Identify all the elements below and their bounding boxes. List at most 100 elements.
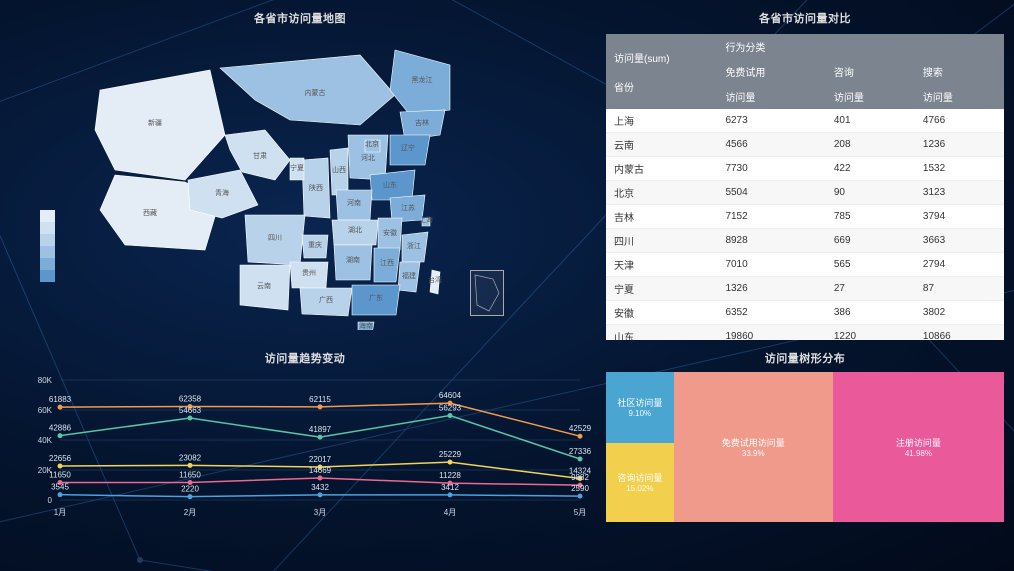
value-label: 61883 <box>49 395 72 404</box>
map-legend <box>40 210 60 282</box>
table-row[interactable]: 山东19860122010866 <box>606 325 1004 341</box>
value-label: 3432 <box>311 483 329 492</box>
data-point[interactable] <box>188 494 193 499</box>
value-label: 23082 <box>179 453 202 462</box>
province-label: 陕西 <box>309 183 323 192</box>
value-label: 22017 <box>309 455 332 464</box>
legend-step <box>40 210 55 222</box>
treemap-cell[interactable]: 社区访问量9.10% <box>606 372 674 443</box>
legend-step <box>40 246 55 258</box>
x-tick: 4月 <box>444 508 456 517</box>
province-label: 黑龙江 <box>412 75 433 84</box>
table-body: 上海62734014766云南45662081236内蒙古77304221532… <box>606 109 1004 340</box>
value-label: 62358 <box>179 394 202 403</box>
th-col2: 咨询 <box>826 59 915 84</box>
data-point[interactable] <box>318 435 323 440</box>
data-point[interactable] <box>318 404 323 409</box>
province-label: 四川 <box>268 234 282 242</box>
x-tick: 3月 <box>314 508 326 517</box>
data-point[interactable] <box>318 475 323 480</box>
table-row[interactable]: 安徽63523863802 <box>606 301 1004 325</box>
treemap-cell[interactable]: 咨询访问量15.02% <box>606 443 674 523</box>
data-point[interactable] <box>448 492 453 497</box>
table-row[interactable]: 北京5504903123 <box>606 181 1004 205</box>
treemap-cell[interactable]: 免费试用访问量33.9% <box>674 372 833 522</box>
value-label: 3545 <box>51 483 69 492</box>
legend-step <box>40 270 55 282</box>
province-label: 江苏 <box>401 203 415 212</box>
province-label: 宁夏 <box>290 163 304 172</box>
province-label: 河北 <box>361 154 375 162</box>
province-label: 浙江 <box>407 241 421 250</box>
map-title: 各省市访问量地图 <box>0 10 600 26</box>
value-label: 27336 <box>569 447 592 456</box>
data-point[interactable] <box>188 463 193 468</box>
data-point[interactable] <box>318 492 323 497</box>
data-point[interactable] <box>448 413 453 418</box>
data-point[interactable] <box>58 492 63 497</box>
value-label: 2220 <box>181 485 199 494</box>
line-title: 访问量趋势变动 <box>10 350 600 366</box>
y-tick: 0 <box>48 496 53 505</box>
map-panel: 各省市访问量地图 新疆西藏青海甘肃内蒙古黑龙江吉林辽宁河北北京山西陕西宁夏山东河… <box>0 10 600 340</box>
value-label: 14669 <box>309 466 332 475</box>
cell-pct: 9.10% <box>628 409 651 418</box>
line-chart[interactable]: 020K40K60K80K1月2月3月4月5月61883623586211564… <box>10 370 600 525</box>
province-label: 广西 <box>319 295 333 304</box>
table-row[interactable]: 吉林71527853794 <box>606 205 1004 229</box>
table-row[interactable]: 四川89286693663 <box>606 229 1004 253</box>
cell-pct: 41.98% <box>905 449 932 458</box>
th-prov: 省份 <box>614 79 709 94</box>
data-point[interactable] <box>578 494 583 499</box>
table-row[interactable]: 宁夏13262787 <box>606 277 1004 301</box>
china-map[interactable]: 新疆西藏青海甘肃内蒙古黑龙江吉林辽宁河北北京山西陕西宁夏山东河南江苏安徽上海浙江… <box>90 40 520 330</box>
cell-name: 咨询访问量 <box>617 471 662 484</box>
th-sub3: 访问量 <box>915 84 1004 109</box>
cell-name: 免费试用访问量 <box>722 436 785 449</box>
treemap-title: 访问量树形分布 <box>606 350 1004 366</box>
province-label: 湖北 <box>348 225 362 234</box>
province-table: 访问量(sum) 省份 行为分类 免费试用 咨询 搜索 访问量 访问量 访问量 <box>606 34 1004 340</box>
province-label: 上海 <box>419 215 433 224</box>
data-point[interactable] <box>578 434 583 439</box>
data-point[interactable] <box>58 464 63 469</box>
province-label: 广东 <box>369 293 383 302</box>
table-row[interactable]: 天津70105652794 <box>606 253 1004 277</box>
y-tick: 60K <box>38 406 53 415</box>
province-label: 江西 <box>380 259 394 267</box>
map-inset <box>470 270 504 316</box>
cell-name: 注册访问量 <box>896 436 941 449</box>
table-wrap[interactable]: 访问量(sum) 省份 行为分类 免费试用 咨询 搜索 访问量 访问量 访问量 <box>606 34 1004 340</box>
province-label: 山西 <box>332 165 346 174</box>
province-label: 安徽 <box>383 228 397 237</box>
cell-pct: 33.9% <box>742 449 765 458</box>
treemap-box[interactable]: 社区访问量9.10%免费试用访问量33.9%注册访问量41.98%咨询访问量15… <box>606 372 1004 522</box>
province-label: 福建 <box>402 271 416 280</box>
value-label: 2590 <box>571 484 589 493</box>
table-row[interactable]: 内蒙古77304221532 <box>606 157 1004 181</box>
table-row[interactable]: 云南45662081236 <box>606 133 1004 157</box>
treemap-cell[interactable]: 注册访问量41.98% <box>833 372 1004 522</box>
data-point[interactable] <box>58 405 63 410</box>
province-label: 重庆 <box>308 240 322 249</box>
value-label: 11650 <box>179 471 201 480</box>
table-row[interactable]: 上海62734014766 <box>606 109 1004 133</box>
x-tick: 1月 <box>54 508 66 517</box>
value-label: 42886 <box>49 424 72 433</box>
province-label: 辽宁 <box>401 143 415 152</box>
th-sum: 访问量(sum) <box>614 50 709 65</box>
data-point[interactable] <box>58 433 63 438</box>
legend-step <box>40 258 55 270</box>
value-label: 11228 <box>439 471 461 480</box>
province-label: 吉林 <box>415 118 429 127</box>
data-point[interactable] <box>578 456 583 461</box>
th-col1: 免费试用 <box>717 59 825 84</box>
th-col3: 搜索 <box>915 59 1004 84</box>
value-label: 42529 <box>569 424 592 433</box>
th-sub2: 访问量 <box>826 84 915 109</box>
value-label: 11650 <box>49 471 71 480</box>
data-point[interactable] <box>448 460 453 465</box>
th-sub1: 访问量 <box>717 84 825 109</box>
data-point[interactable] <box>188 416 193 421</box>
province-label: 海南 <box>359 321 373 330</box>
